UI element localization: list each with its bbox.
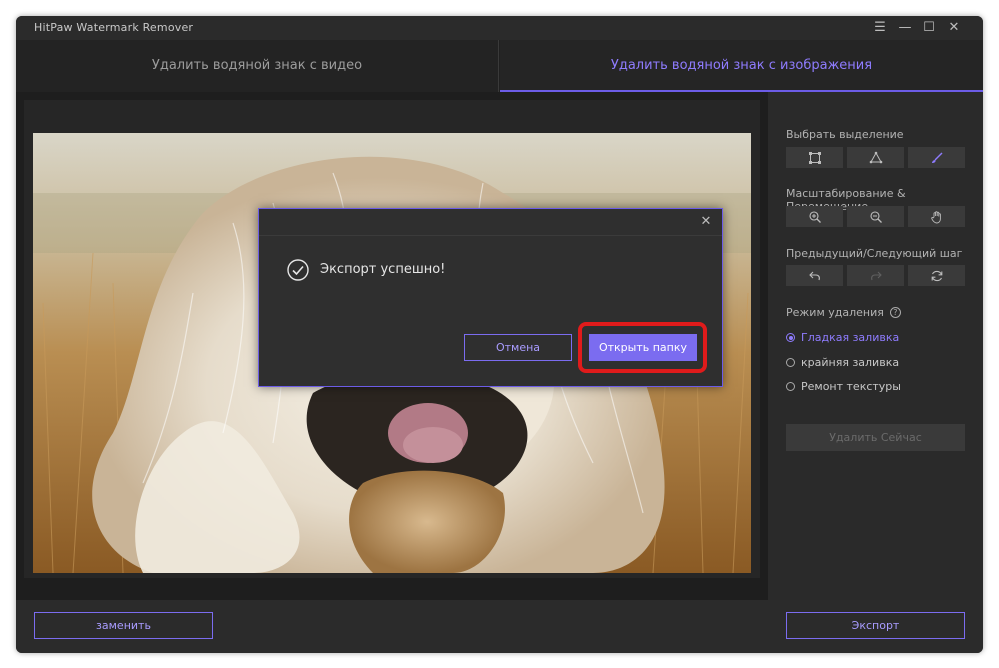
zoom-out-icon[interactable]: [847, 206, 904, 227]
mode-heading: Режим удаления ?: [786, 306, 901, 319]
tab-video[interactable]: Удалить водяной знак с видео: [16, 40, 499, 92]
redo-icon[interactable]: [847, 265, 904, 286]
mode-label-smooth: Гладкая заливка: [801, 331, 900, 344]
check-circle-icon: [287, 259, 309, 281]
mode-tabs: Удалить водяной знак с видео Удалить вод…: [16, 40, 983, 92]
remove-now-button[interactable]: Удалить Сейчас: [786, 424, 965, 451]
reset-icon[interactable]: [908, 265, 965, 286]
radio-smooth[interactable]: [786, 333, 795, 342]
mode-option-texture[interactable]: Ремонт текстуры: [786, 380, 901, 393]
export-success-dialog: ✕ Экспорт успешно! Отмена Открыть папку: [258, 208, 723, 387]
select-heading: Выбрать выделение: [786, 128, 904, 141]
rectangle-select-icon[interactable]: [786, 147, 843, 168]
menu-icon[interactable]: ☰: [871, 19, 889, 37]
dialog-header: [259, 209, 722, 236]
mode-option-edge[interactable]: крайняя заливка: [786, 356, 899, 369]
tab-image[interactable]: Удалить водяной знак с изображения: [500, 40, 983, 92]
brush-select-icon[interactable]: [908, 147, 965, 168]
title-bar: HitPaw Watermark Remover ☰ — ☐ ✕: [16, 16, 983, 40]
mode-label-edge: крайняя заливка: [801, 356, 900, 369]
zoom-in-icon[interactable]: [786, 206, 843, 227]
undo-icon[interactable]: [786, 265, 843, 286]
mode-option-smooth[interactable]: Гладкая заливка: [786, 331, 899, 344]
export-button[interactable]: Экспорт: [786, 612, 965, 639]
mode-label-texture: Ремонт текстуры: [801, 380, 901, 393]
dialog-cancel-button[interactable]: Отмена: [464, 334, 572, 361]
tools-sidebar: Выбрать выделение Масштабирование & Пере…: [768, 92, 983, 600]
dialog-close-icon[interactable]: ✕: [698, 214, 714, 230]
maximize-icon[interactable]: ☐: [920, 19, 938, 37]
replace-button[interactable]: заменить: [34, 612, 213, 639]
radio-texture[interactable]: [786, 382, 795, 391]
bottom-bar: заменить Экспорт: [16, 600, 983, 653]
polygon-select-icon[interactable]: [847, 147, 904, 168]
mode-heading-label: Режим удаления: [786, 306, 884, 319]
close-icon[interactable]: ✕: [945, 19, 963, 37]
help-icon[interactable]: ?: [889, 307, 901, 318]
dialog-message: Экспорт успешно!: [320, 262, 446, 277]
radio-edge[interactable]: [786, 358, 795, 367]
step-heading: Предыдущий/Следующий шаг: [786, 247, 963, 260]
app-title: HitPaw Watermark Remover: [34, 21, 194, 34]
open-folder-button[interactable]: Открыть папку: [589, 334, 697, 361]
minimize-icon[interactable]: —: [896, 19, 914, 37]
hand-pan-icon[interactable]: [908, 206, 965, 227]
tab-image-label: Удалить водяной знак с изображения: [610, 58, 873, 73]
